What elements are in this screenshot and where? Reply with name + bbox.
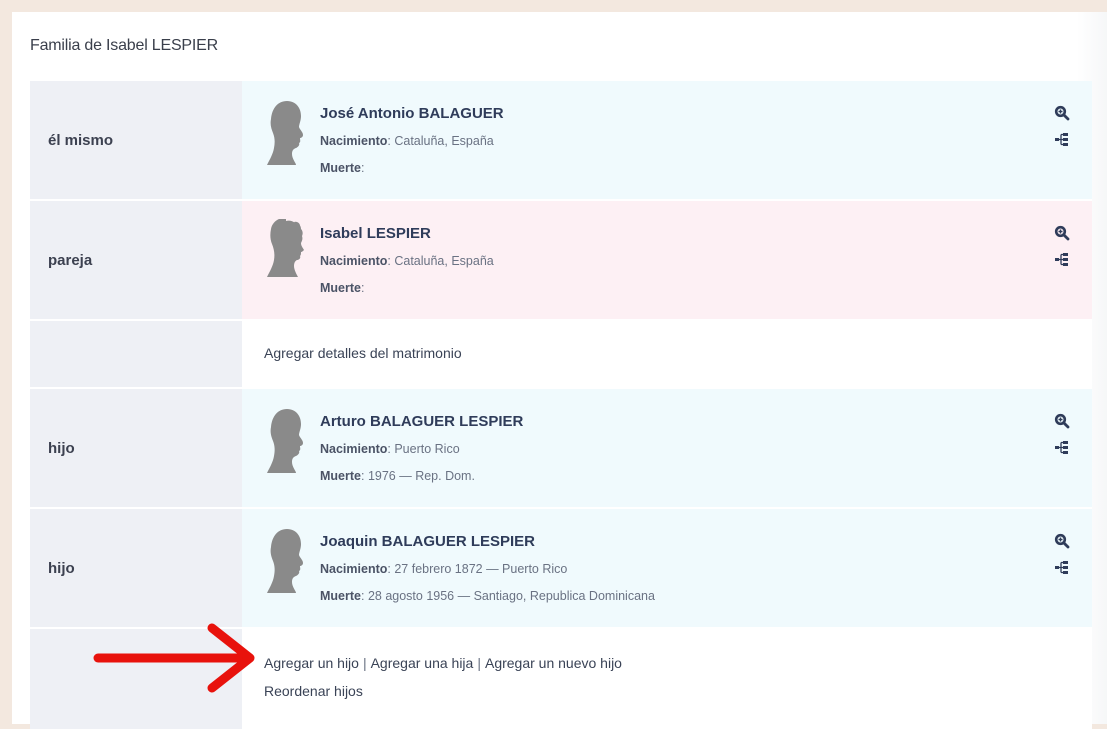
add-new-child-link[interactable]: Agregar un nuevo hijo	[485, 655, 622, 671]
birth-line: Nacimiento: Puerto Rico	[320, 442, 460, 456]
person-actions	[1054, 225, 1072, 277]
zoom-icon[interactable]	[1054, 533, 1070, 549]
female-silhouette-icon	[267, 219, 304, 277]
family-row-partner: pareja Isabel LESPIER Nacimiento: Catalu…	[30, 201, 1092, 321]
person-name[interactable]: Arturo BALAGUER LESPIER	[320, 413, 523, 430]
death-label: Muerte	[320, 281, 361, 295]
family-card: Familia de Isabel LESPIER él mismo José …	[12, 12, 1107, 729]
family-row-self: él mismo José Antonio BALAGUER Nacimient…	[30, 81, 1092, 201]
person-cell: Arturo BALAGUER LESPIER Nacimiento: Puer…	[242, 389, 1092, 507]
role-label: él mismo	[30, 81, 242, 199]
page-title: Familia de Isabel LESPIER	[30, 37, 218, 54]
role-label-empty	[30, 321, 242, 387]
death-label: Muerte	[320, 161, 361, 175]
role-label: hijo	[30, 509, 242, 627]
death-line: Muerte: 28 agosto 1956 — Santiago, Repub…	[320, 589, 655, 603]
family-tree-icon[interactable]	[1054, 439, 1070, 455]
reorder-line: Reordenar hijos	[264, 683, 363, 699]
marriage-cell: Agregar detalles del matrimonio	[242, 321, 1092, 387]
family-row-child: hijo Arturo BALAGUER LESPIER Nacimiento:…	[30, 389, 1092, 509]
birth-line: Nacimiento: Cataluña, España	[320, 254, 494, 268]
male-silhouette-icon	[267, 409, 303, 473]
person-actions	[1054, 105, 1072, 157]
role-label: hijo	[30, 389, 242, 507]
birth-value: Puerto Rico	[394, 442, 460, 456]
reorder-children-link[interactable]: Reordenar hijos	[264, 683, 363, 699]
family-tree-icon[interactable]	[1054, 559, 1070, 575]
family-row-child: hijo Joaquin BALAGUER LESPIER Nacimiento…	[30, 509, 1092, 629]
actions-cell: Agregar un hijo | Agregar una hija | Agregar…	[242, 629, 1092, 729]
death-line: Muerte: 1976 — Rep. Dom.	[320, 469, 475, 483]
birth-label: Nacimiento	[320, 442, 388, 456]
birth-line: Nacimiento: 27 febrero 1872 — Puerto Ric…	[320, 562, 568, 576]
death-line: Muerte:	[320, 161, 365, 175]
red-arrow-annotation-icon	[93, 623, 255, 693]
birth-label: Nacimiento	[320, 254, 388, 268]
add-daughter-link[interactable]: Agregar una hija	[371, 655, 474, 671]
person-actions	[1054, 413, 1072, 465]
birth-value: Cataluña, España	[394, 134, 494, 148]
person-cell: José Antonio BALAGUER Nacimiento: Catalu…	[242, 81, 1092, 199]
male-silhouette-icon	[267, 101, 303, 165]
birth-line: Nacimiento: Cataluña, España	[320, 134, 494, 148]
family-row-marriage: Agregar detalles del matrimonio	[30, 321, 1092, 389]
family-tree-icon[interactable]	[1054, 251, 1070, 267]
death-value: 1976 — Rep. Dom.	[367, 469, 475, 483]
add-marriage-details-link[interactable]: Agregar detalles del matrimonio	[264, 345, 462, 361]
person-name[interactable]: José Antonio BALAGUER	[320, 105, 504, 122]
death-label: Muerte	[320, 469, 361, 483]
person-name[interactable]: Joaquin BALAGUER LESPIER	[320, 533, 535, 550]
link-separator: |	[477, 655, 481, 671]
link-separator: |	[362, 655, 367, 671]
death-label: Muerte	[320, 589, 361, 603]
family-tree-icon[interactable]	[1054, 131, 1070, 147]
person-actions	[1054, 533, 1072, 585]
zoom-icon[interactable]	[1054, 225, 1070, 241]
person-cell: Isabel LESPIER Nacimiento: Cataluña, Esp…	[242, 201, 1092, 319]
birth-value: Cataluña, España	[394, 254, 494, 268]
birth-label: Nacimiento	[320, 134, 388, 148]
death-line: Muerte:	[320, 281, 365, 295]
person-name[interactable]: Isabel LESPIER	[320, 225, 431, 242]
zoom-icon[interactable]	[1054, 105, 1070, 121]
add-son-link[interactable]: Agregar un hijo	[264, 655, 359, 671]
birth-value: 27 febrero 1872 — Puerto Rico	[394, 562, 568, 576]
birth-label: Nacimiento	[320, 562, 388, 576]
person-cell: Joaquin BALAGUER LESPIER Nacimiento: 27 …	[242, 509, 1092, 627]
death-value: 28 agosto 1956 — Santiago, Republica Dom…	[367, 589, 655, 603]
role-label: pareja	[30, 201, 242, 319]
add-children-links: Agregar un hijo | Agregar una hija | Agregar…	[264, 655, 622, 671]
male-silhouette-icon	[267, 529, 303, 593]
zoom-icon[interactable]	[1054, 413, 1070, 429]
